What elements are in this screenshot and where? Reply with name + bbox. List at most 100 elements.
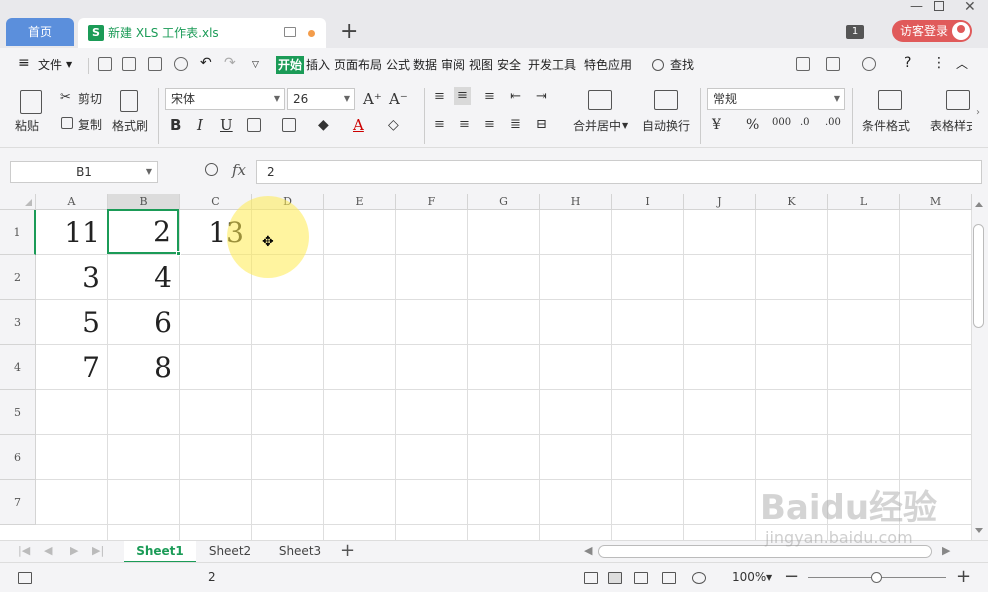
eye-protection-icon[interactable] bbox=[692, 572, 706, 584]
row-header[interactable]: 1 bbox=[0, 210, 36, 255]
zoom-in-icon[interactable]: + bbox=[956, 566, 971, 588]
prev-sheet-icon[interactable]: ◀ bbox=[44, 544, 52, 557]
macro-record-icon[interactable] bbox=[18, 572, 32, 584]
tab-data[interactable]: 数据 bbox=[413, 56, 437, 74]
wrap-text-icon[interactable] bbox=[654, 90, 678, 110]
indent-decrease-icon[interactable]: ⇤ bbox=[510, 88, 521, 106]
insert-function-icon[interactable]: fx bbox=[232, 161, 246, 179]
add-sheet-button[interactable]: + bbox=[340, 540, 355, 562]
scroll-up-icon[interactable] bbox=[975, 202, 983, 207]
align-top-icon[interactable]: ≡ bbox=[434, 88, 445, 106]
column-header[interactable]: E bbox=[324, 194, 396, 210]
percent-icon[interactable]: % bbox=[746, 116, 759, 134]
maximize-icon[interactable] bbox=[934, 1, 944, 11]
underline-icon[interactable]: U bbox=[220, 116, 233, 134]
cell-b2[interactable]: 4 bbox=[108, 255, 180, 300]
cell-b3[interactable]: 6 bbox=[108, 300, 180, 345]
zoom-out-icon[interactable]: − bbox=[784, 566, 799, 588]
zoom-formula-icon[interactable] bbox=[205, 163, 218, 176]
fullscreen-icon[interactable] bbox=[584, 572, 598, 584]
row-header[interactable]: 2 bbox=[0, 255, 36, 300]
tab-security[interactable]: 安全 bbox=[497, 56, 521, 74]
cell-a2[interactable]: 3 bbox=[36, 255, 108, 300]
document-tab[interactable]: S 新建 XLS 工作表.xls bbox=[78, 18, 326, 48]
cloud-icon[interactable] bbox=[862, 57, 876, 71]
save-icon[interactable] bbox=[98, 57, 112, 71]
column-header[interactable]: F bbox=[396, 194, 468, 210]
more-icon[interactable]: ▽ bbox=[252, 56, 259, 74]
copy-icon[interactable] bbox=[61, 117, 73, 129]
cell-b4[interactable]: 8 bbox=[108, 345, 180, 390]
last-sheet-icon[interactable]: ▶| bbox=[92, 544, 104, 557]
new-tab-button[interactable]: + bbox=[340, 20, 358, 44]
help-icon[interactable]: ? bbox=[904, 54, 911, 72]
thousands-icon[interactable]: 000 bbox=[772, 114, 791, 132]
increase-font-icon[interactable]: A⁺ bbox=[363, 90, 382, 108]
tab-formulas[interactable]: 公式 bbox=[386, 56, 410, 74]
number-format-select[interactable]: 常规 ▼ bbox=[707, 88, 845, 110]
options-icon[interactable]: ⋮ bbox=[932, 54, 946, 72]
select-all-corner[interactable] bbox=[0, 194, 36, 210]
row-header[interactable]: 6 bbox=[0, 435, 36, 480]
italic-icon[interactable]: I bbox=[197, 116, 203, 134]
cut-icon[interactable]: ✂ bbox=[60, 91, 71, 105]
hscroll-right-icon[interactable]: ▶ bbox=[942, 544, 950, 557]
column-header[interactable]: J bbox=[684, 194, 756, 210]
tab-page-layout[interactable]: 页面布局 bbox=[334, 56, 382, 74]
column-header[interactable]: H bbox=[540, 194, 612, 210]
conditional-format-button[interactable]: 条件格式 bbox=[862, 119, 910, 133]
sync-icon[interactable] bbox=[826, 57, 840, 71]
share-icon[interactable] bbox=[796, 57, 810, 71]
tab-developer[interactable]: 开发工具 bbox=[528, 56, 576, 74]
sheet-tab-1[interactable]: Sheet1 bbox=[124, 541, 196, 563]
vertical-scrollbar[interactable] bbox=[972, 194, 988, 540]
first-sheet-icon[interactable]: |◀ bbox=[18, 544, 30, 557]
cell-a3[interactable]: 5 bbox=[36, 300, 108, 345]
formula-input[interactable]: 2 bbox=[256, 160, 982, 184]
column-header[interactable]: L bbox=[828, 194, 900, 210]
bold-icon[interactable]: B bbox=[170, 116, 181, 134]
row-header[interactable]: 7 bbox=[0, 480, 36, 525]
column-header[interactable]: M bbox=[900, 194, 972, 210]
scroll-down-icon[interactable] bbox=[975, 528, 983, 533]
wrap-text-button[interactable]: 自动换行 bbox=[642, 119, 690, 133]
currency-icon[interactable]: ¥ bbox=[712, 116, 721, 134]
hamburger-icon[interactable]: ≡ bbox=[18, 54, 30, 72]
search-button[interactable]: 查找 bbox=[670, 56, 694, 74]
tab-start[interactable]: 开始 bbox=[276, 56, 305, 74]
tab-insert[interactable]: 插入 bbox=[306, 56, 330, 74]
align-left-icon[interactable]: ≡ bbox=[434, 116, 445, 134]
close-icon[interactable]: ✕ bbox=[964, 0, 976, 14]
increase-decimal-icon[interactable]: .0 bbox=[800, 114, 810, 132]
copy-button[interactable]: 复制 bbox=[78, 118, 102, 132]
print-icon[interactable] bbox=[148, 57, 162, 71]
zoom-level[interactable]: 100% bbox=[732, 570, 766, 584]
indent-increase-icon[interactable]: ⇥ bbox=[536, 88, 547, 106]
zoom-slider-knob[interactable] bbox=[871, 572, 882, 583]
home-tab[interactable]: 首页 bbox=[6, 18, 74, 46]
next-sheet-icon[interactable]: ▶ bbox=[70, 544, 78, 557]
search-icon[interactable] bbox=[652, 59, 664, 71]
border-icon[interactable] bbox=[247, 118, 261, 132]
clear-format-icon[interactable]: ◇ bbox=[388, 116, 399, 134]
name-box[interactable]: B1 ▼ bbox=[10, 161, 158, 183]
fill-color-icon[interactable]: ◆ bbox=[318, 116, 329, 134]
collapse-ribbon-icon[interactable]: ︿ bbox=[956, 55, 968, 73]
export-pdf-icon[interactable] bbox=[122, 57, 136, 71]
sheet-tab-3[interactable]: Sheet3 bbox=[266, 541, 334, 563]
tab-special[interactable]: 特色应用 bbox=[584, 56, 632, 74]
zoom-caret-icon[interactable]: ▼ bbox=[766, 573, 772, 582]
cut-button[interactable]: 剪切 bbox=[78, 92, 102, 106]
hscroll-left-icon[interactable]: ◀ bbox=[584, 544, 592, 557]
sheet-tab-2[interactable]: Sheet2 bbox=[196, 541, 264, 563]
file-menu[interactable]: 文件 bbox=[38, 56, 62, 74]
font-color-icon[interactable]: A bbox=[353, 116, 364, 134]
ribbon-scroll-right-icon[interactable]: › bbox=[976, 106, 980, 120]
column-header[interactable]: A bbox=[36, 194, 108, 210]
window-count-badge[interactable]: 1 bbox=[846, 25, 864, 39]
conditional-format-icon[interactable] bbox=[878, 90, 902, 110]
paste-icon[interactable] bbox=[20, 90, 42, 114]
tab-review[interactable]: 审阅 bbox=[441, 56, 465, 74]
file-menu-caret-icon[interactable]: ▼ bbox=[66, 56, 72, 74]
cell-style-icon[interactable] bbox=[282, 118, 296, 132]
